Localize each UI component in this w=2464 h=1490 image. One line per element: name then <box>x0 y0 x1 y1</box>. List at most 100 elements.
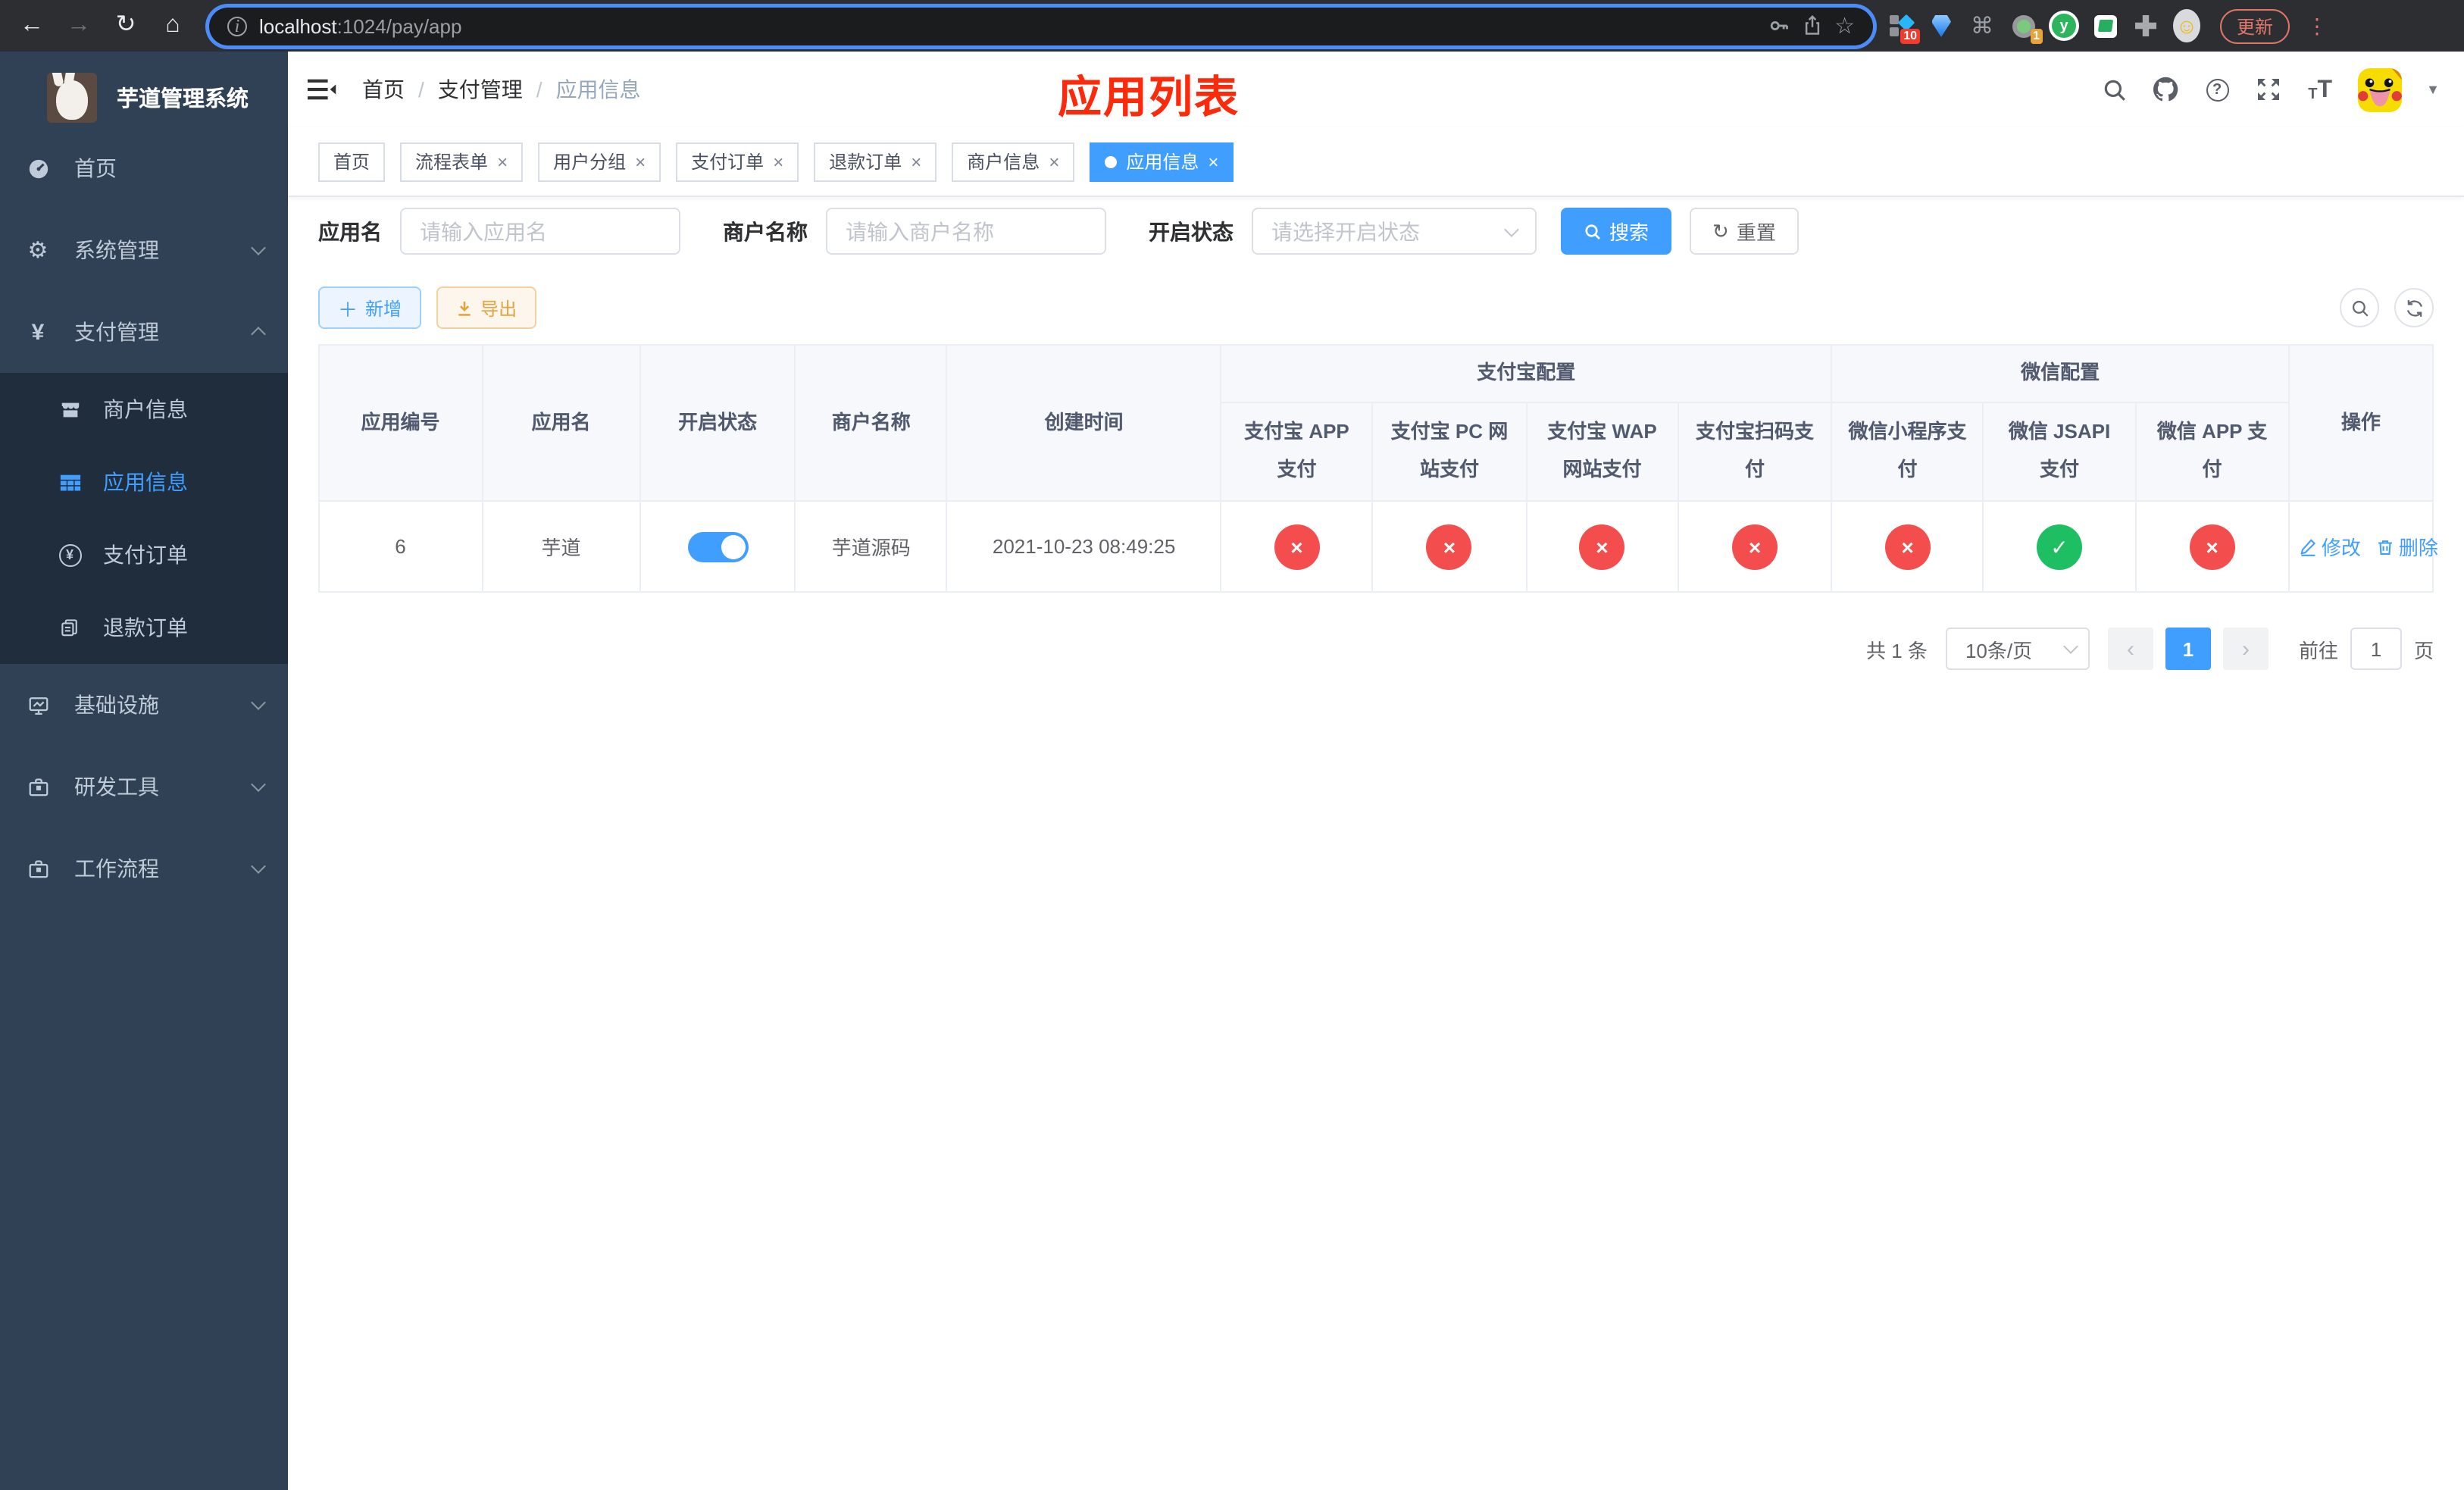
page-title: 应用列表 <box>1058 74 1240 123</box>
bookmark-star-icon[interactable]: ☆ <box>1834 12 1855 39</box>
sidebar-item-app-info[interactable]: 应用信息 <box>0 446 288 518</box>
top-navbar: 首页 / 支付管理 / 应用信息 应用列表 ? T T ▼ <box>288 52 2464 127</box>
status-toggle[interactable] <box>687 531 749 562</box>
cell-status <box>639 500 796 593</box>
edit-pen-icon <box>2300 538 2315 556</box>
sidebar-item-label: 商户信息 <box>103 397 188 421</box>
sidebar-item-system[interactable]: ⚙ 系统管理 <box>0 209 288 291</box>
current-page-button[interactable]: 1 <box>2165 628 2211 670</box>
sidebar-item-payment[interactable]: ¥ 支付管理 <box>0 291 288 373</box>
prev-page-button[interactable]: ‹ <box>2107 628 2153 670</box>
close-icon[interactable]: × <box>497 152 508 171</box>
reset-button[interactable]: ↻ 重置 <box>1690 208 1799 255</box>
sidebar-item-infra[interactable]: 基础设施 <box>0 664 288 746</box>
site-info-icon[interactable]: i <box>227 14 247 36</box>
dashboard-icon <box>26 157 50 180</box>
sidebar-item-merchant-info[interactable]: 商户信息 <box>0 373 288 446</box>
sidebar-item-devtools[interactable]: 研发工具 <box>0 746 288 828</box>
extensions-puzzle-icon[interactable] <box>2132 12 2159 39</box>
sidebar-item-pay-order[interactable]: ¥ 支付订单 <box>0 518 288 591</box>
sidebar-logo[interactable]: 芋道管理系统 <box>0 52 288 122</box>
tab-pay-order[interactable]: 支付订单 × <box>676 142 799 181</box>
group-wechat-config: 微信配置 <box>1831 344 2290 403</box>
close-icon[interactable]: × <box>635 152 646 171</box>
github-icon[interactable] <box>2152 76 2179 103</box>
trash-icon <box>2378 540 2392 554</box>
chevron-down-icon <box>251 777 266 792</box>
payment-submenu: 商户信息 应用信息 ¥ 支付订单 退款订单 <box>0 373 288 664</box>
close-icon[interactable]: × <box>911 152 921 171</box>
tab-flow-form[interactable]: 流程表单 × <box>400 142 524 181</box>
delete-link[interactable]: 删除 <box>2376 532 2438 561</box>
avatar-caret-icon[interactable]: ▼ <box>2426 82 2440 97</box>
col-merchant: 商户名称 <box>794 344 948 502</box>
cell-app-name: 芋道 <box>481 500 641 593</box>
merchant-name-input[interactable] <box>826 208 1106 255</box>
add-button[interactable]: ＋ 新增 <box>318 286 422 329</box>
refresh-icon: ↻ <box>1712 219 1729 242</box>
sidebar-item-home[interactable]: 首页 <box>0 127 288 209</box>
tab-refund-order[interactable]: 退款订单 × <box>814 142 937 181</box>
browser-update-button[interactable]: 更新 <box>2220 8 2290 43</box>
col-created: 创建时间 <box>946 344 1222 502</box>
briefcase-icon <box>26 857 50 880</box>
sidebar-collapse-icon[interactable] <box>308 77 338 102</box>
breadcrumb-payment[interactable]: 支付管理 <box>438 74 523 105</box>
monitor-chart-icon <box>26 693 50 716</box>
close-icon[interactable]: × <box>1049 152 1059 171</box>
sidebar-item-label: 应用信息 <box>103 470 188 494</box>
export-button[interactable]: 导出 <box>436 286 537 329</box>
screen: ← → ↻ ⌂ i localhost:1024/pay/app ☆ 10 ⌘ <box>0 0 2464 1490</box>
fullscreen-icon[interactable] <box>2255 76 2282 103</box>
goto-page-input[interactable] <box>2350 628 2402 670</box>
hide-search-button[interactable] <box>2340 288 2379 327</box>
sidebar-item-refund-order[interactable]: 退款订单 <box>0 591 288 664</box>
browser-forward-button[interactable]: → <box>62 13 95 38</box>
chevron-down-icon <box>251 240 266 255</box>
tab-home[interactable]: 首页 <box>318 142 386 181</box>
browser-menu-icon[interactable]: ⋮ <box>2303 13 2331 39</box>
browser-home-button[interactable]: ⌂ <box>156 13 189 38</box>
extension-gem-icon[interactable] <box>1928 12 1955 39</box>
status-select[interactable]: 请选择开启状态 <box>1252 208 1537 255</box>
status-cross-icon: × <box>1732 524 1778 569</box>
refresh-table-button[interactable] <box>2394 288 2434 327</box>
extension-yuque-icon[interactable]: y <box>2050 12 2078 39</box>
tab-user-group[interactable]: 用户分组 × <box>538 142 661 181</box>
sidebar: 芋道管理系统 首页 ⚙ 系统管理 ¥ 支付管理 商户信息 应用信息 ¥ 支付订单… <box>0 52 288 1490</box>
search-icon[interactable] <box>2100 76 2128 103</box>
extension-command-icon[interactable]: ⌘ <box>1968 12 1996 39</box>
pagination: 共 1 条 10条/页 ‹ 1 › 前往 页 <box>318 628 2434 670</box>
page-size-select[interactable]: 10条/页 <box>1945 628 2090 670</box>
sidebar-item-label: 退款订单 <box>103 615 188 640</box>
extension-recorder-icon[interactable]: 1 <box>2009 12 2043 44</box>
extension-blocks-icon[interactable]: 10 <box>1887 12 1920 44</box>
tab-merchant-info[interactable]: 商户信息 × <box>952 142 1075 181</box>
edit-link[interactable]: 修改 <box>2299 532 2361 561</box>
next-page-button[interactable]: › <box>2222 628 2269 670</box>
close-icon[interactable]: × <box>773 152 783 171</box>
share-icon[interactable] <box>1801 15 1822 36</box>
help-icon[interactable]: ? <box>2203 76 2231 103</box>
font-size-icon[interactable]: TT <box>2306 76 2334 103</box>
breadcrumb-home[interactable]: 首页 <box>362 74 405 105</box>
browser-reload-button[interactable]: ↻ <box>109 13 142 38</box>
address-bar[interactable]: i localhost:1024/pay/app ☆ <box>209 7 1873 45</box>
status-cross-icon: × <box>1426 524 1472 569</box>
cell-merchant: 芋道源码 <box>794 500 948 593</box>
user-avatar[interactable] <box>2358 67 2403 111</box>
tab-app-info[interactable]: 应用信息 × <box>1090 142 1234 181</box>
breadcrumb-separator: / <box>418 77 424 102</box>
search-button[interactable]: 搜索 <box>1561 208 1672 255</box>
cell-actions: 修改 删除 <box>2287 500 2438 593</box>
briefcase-icon <box>26 775 50 798</box>
extension-chat-icon[interactable] <box>2091 12 2118 39</box>
browser-profile-avatar[interactable]: ☺ <box>2173 9 2200 42</box>
download-icon <box>458 300 471 315</box>
sidebar-item-workflow[interactable]: 工作流程 <box>0 828 288 909</box>
password-key-icon[interactable] <box>1768 15 1789 36</box>
close-icon[interactable]: × <box>1208 152 1218 171</box>
status-cross-icon: × <box>1579 524 1625 569</box>
browser-back-button[interactable]: ← <box>15 13 48 38</box>
app-name-input[interactable] <box>400 208 680 255</box>
